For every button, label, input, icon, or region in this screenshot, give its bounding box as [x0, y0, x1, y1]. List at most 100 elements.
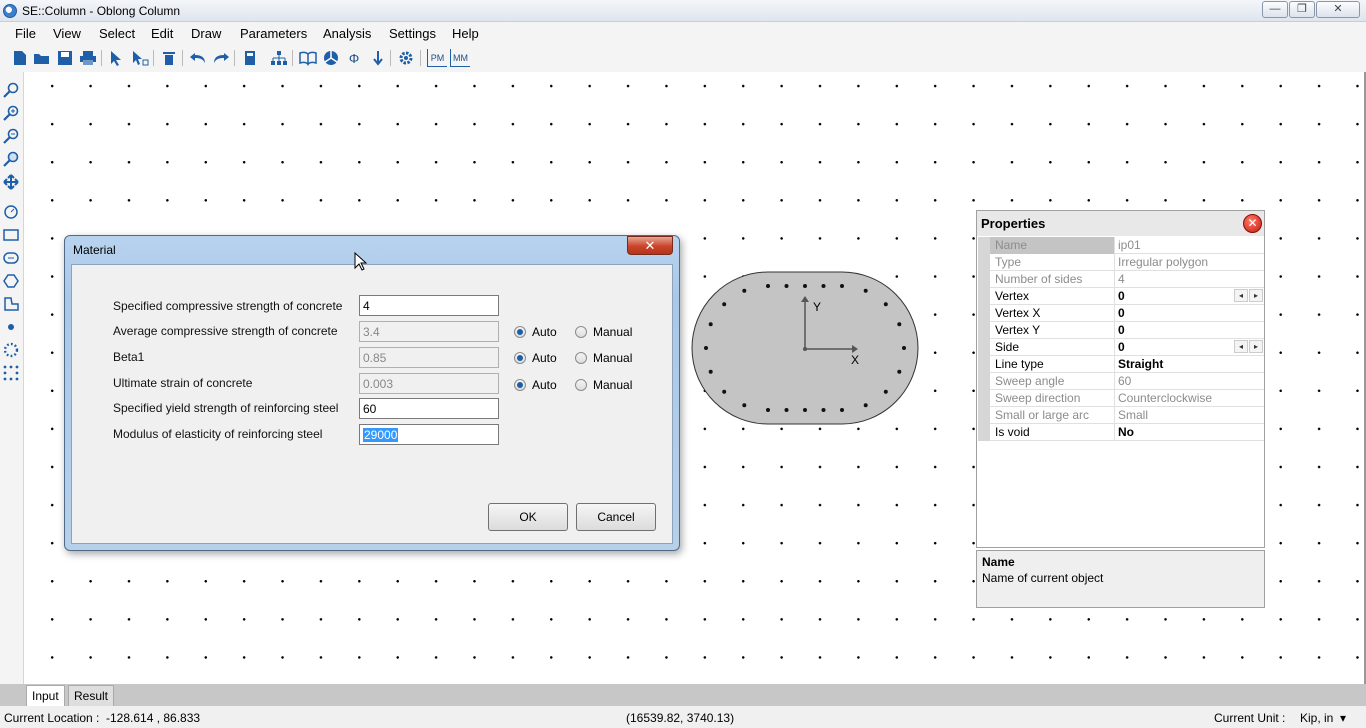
spinner-right-icon[interactable]: ▸ [1249, 289, 1263, 302]
cancel-button[interactable]: Cancel [576, 503, 656, 531]
menu-help[interactable]: Help [452, 26, 479, 41]
beta1-manual-radio[interactable] [575, 352, 587, 364]
menu-edit[interactable]: Edit [151, 26, 173, 41]
zoom-icon[interactable] [2, 81, 20, 99]
property-row[interactable]: Name ip01 [978, 237, 1264, 254]
pie-icon[interactable] [322, 49, 340, 67]
property-row[interactable]: Sweep angle 60 [978, 373, 1264, 390]
spinner-left-icon[interactable]: ◂ [1234, 289, 1248, 302]
property-name: Vertex Y [990, 322, 1115, 339]
restore-button[interactable]: ❐ [1289, 1, 1315, 18]
polygon-tool-icon[interactable] [2, 272, 20, 290]
dialog-close-button[interactable]: ✕ [627, 236, 673, 255]
property-row-gutter [978, 424, 990, 441]
property-name: Sweep direction [990, 390, 1115, 407]
spinner-right-icon[interactable]: ▸ [1249, 340, 1263, 353]
tab-input[interactable]: Input [26, 685, 65, 706]
property-row-gutter [978, 339, 990, 356]
fcr-manual-radio[interactable] [575, 326, 587, 338]
property-value: Small [1118, 408, 1149, 422]
select-icon[interactable] [107, 49, 125, 67]
fcr-manual-label[interactable]: Manual [593, 325, 632, 339]
hierarchy-icon[interactable] [270, 49, 288, 67]
beta1-auto-radio[interactable] [514, 352, 526, 364]
property-row[interactable]: Small or large arc Small [978, 407, 1264, 424]
property-row[interactable]: Line type Straight [978, 356, 1264, 373]
fcr-auto-radio[interactable] [514, 326, 526, 338]
property-name: Vertex X [990, 305, 1115, 322]
property-row[interactable]: Sweep direction Counterclockwise [978, 390, 1264, 407]
save-icon[interactable] [56, 49, 74, 67]
menu-analysis[interactable]: Analysis [323, 26, 371, 41]
rectangle-tool-icon[interactable] [2, 226, 20, 244]
property-value[interactable]: No [1116, 424, 1264, 441]
location-label: Current Location : [4, 711, 100, 725]
fcr-auto-label[interactable]: Auto [532, 325, 557, 339]
point-tool-icon[interactable] [2, 318, 20, 336]
property-value[interactable]: Straight [1116, 356, 1264, 373]
property-row[interactable]: Type Irregular polygon [978, 254, 1264, 271]
column-section[interactable] [691, 271, 919, 425]
irregular-polygon-tool-icon[interactable] [2, 295, 20, 313]
property-row[interactable]: Vertex X0 [978, 305, 1264, 322]
ok-button[interactable]: OK [488, 503, 568, 531]
dialog-body: Specified compressive strength of concre… [71, 264, 673, 544]
strain-manual-label[interactable]: Manual [593, 378, 632, 392]
strain-auto-label[interactable]: Auto [532, 378, 557, 392]
undo-icon[interactable] [189, 49, 207, 67]
property-row[interactable]: Vertex Y0 [978, 322, 1264, 339]
book-icon[interactable] [299, 49, 317, 67]
property-row[interactable]: Side 0 ◂ ▸ [978, 339, 1264, 356]
es-input[interactable]: 29000 [359, 424, 499, 445]
minimize-button[interactable]: — [1262, 1, 1288, 18]
settings-icon[interactable] [397, 49, 415, 67]
menu-bar: File View Select Edit Draw Parameters An… [0, 22, 1366, 44]
redo-icon[interactable] [212, 49, 230, 67]
pan-icon[interactable] [2, 173, 20, 191]
fy-input[interactable]: 60 [359, 398, 499, 419]
menu-draw[interactable]: Draw [191, 26, 221, 41]
menu-select[interactable]: Select [99, 26, 135, 41]
unit-selector[interactable]: Kip, in [1300, 711, 1333, 725]
select-node-icon[interactable] [131, 49, 149, 67]
circle-tool-icon[interactable] [2, 203, 20, 221]
property-row[interactable]: Number of sides 4 [978, 271, 1264, 288]
unit-dropdown-icon[interactable]: ▾ [1340, 711, 1346, 725]
property-value[interactable]: 0 [1116, 322, 1264, 339]
zoom-window-icon[interactable] [2, 150, 20, 168]
property-row[interactable]: Is void No [978, 424, 1264, 441]
zoom-in-icon[interactable] [2, 104, 20, 122]
beta1-manual-label[interactable]: Manual [593, 351, 632, 365]
toolbar-separator [234, 50, 235, 66]
menu-view[interactable]: View [53, 26, 81, 41]
property-value[interactable]: 0 [1116, 305, 1264, 322]
toolbar-separator [420, 50, 421, 66]
arrow-down-icon[interactable] [369, 49, 387, 67]
print-icon[interactable] [79, 49, 97, 67]
menu-settings[interactable]: Settings [389, 26, 436, 41]
tab-result[interactable]: Result [68, 685, 115, 706]
circular-pattern-icon[interactable] [2, 341, 20, 359]
calculator-icon[interactable] [241, 49, 259, 67]
new-icon[interactable] [11, 49, 29, 67]
material-dialog: Material ✕ Specified compressive strengt… [64, 235, 680, 551]
mm-icon[interactable]: MM [450, 49, 470, 67]
strain-auto-radio[interactable] [514, 379, 526, 391]
close-window-button[interactable]: ✕ [1316, 1, 1360, 18]
delete-icon[interactable] [160, 49, 178, 67]
spinner-left-icon[interactable]: ◂ [1234, 340, 1248, 353]
property-row-gutter [978, 288, 990, 305]
pm-icon[interactable]: PM [427, 49, 447, 67]
oval-tool-icon[interactable] [2, 249, 20, 267]
zoom-out-icon[interactable] [2, 127, 20, 145]
properties-close-button[interactable]: ✕ [1243, 214, 1262, 233]
grid-pattern-icon[interactable] [2, 364, 20, 382]
fc-input[interactable]: 4 [359, 295, 499, 316]
menu-parameters[interactable]: Parameters [240, 26, 307, 41]
property-row[interactable]: Vertex 0 ◂ ▸ [978, 288, 1264, 305]
menu-file[interactable]: File [15, 26, 36, 41]
open-icon[interactable] [33, 49, 51, 67]
beta1-auto-label[interactable]: Auto [532, 351, 557, 365]
phi-icon[interactable]: Φ [345, 49, 363, 67]
strain-manual-radio[interactable] [575, 379, 587, 391]
